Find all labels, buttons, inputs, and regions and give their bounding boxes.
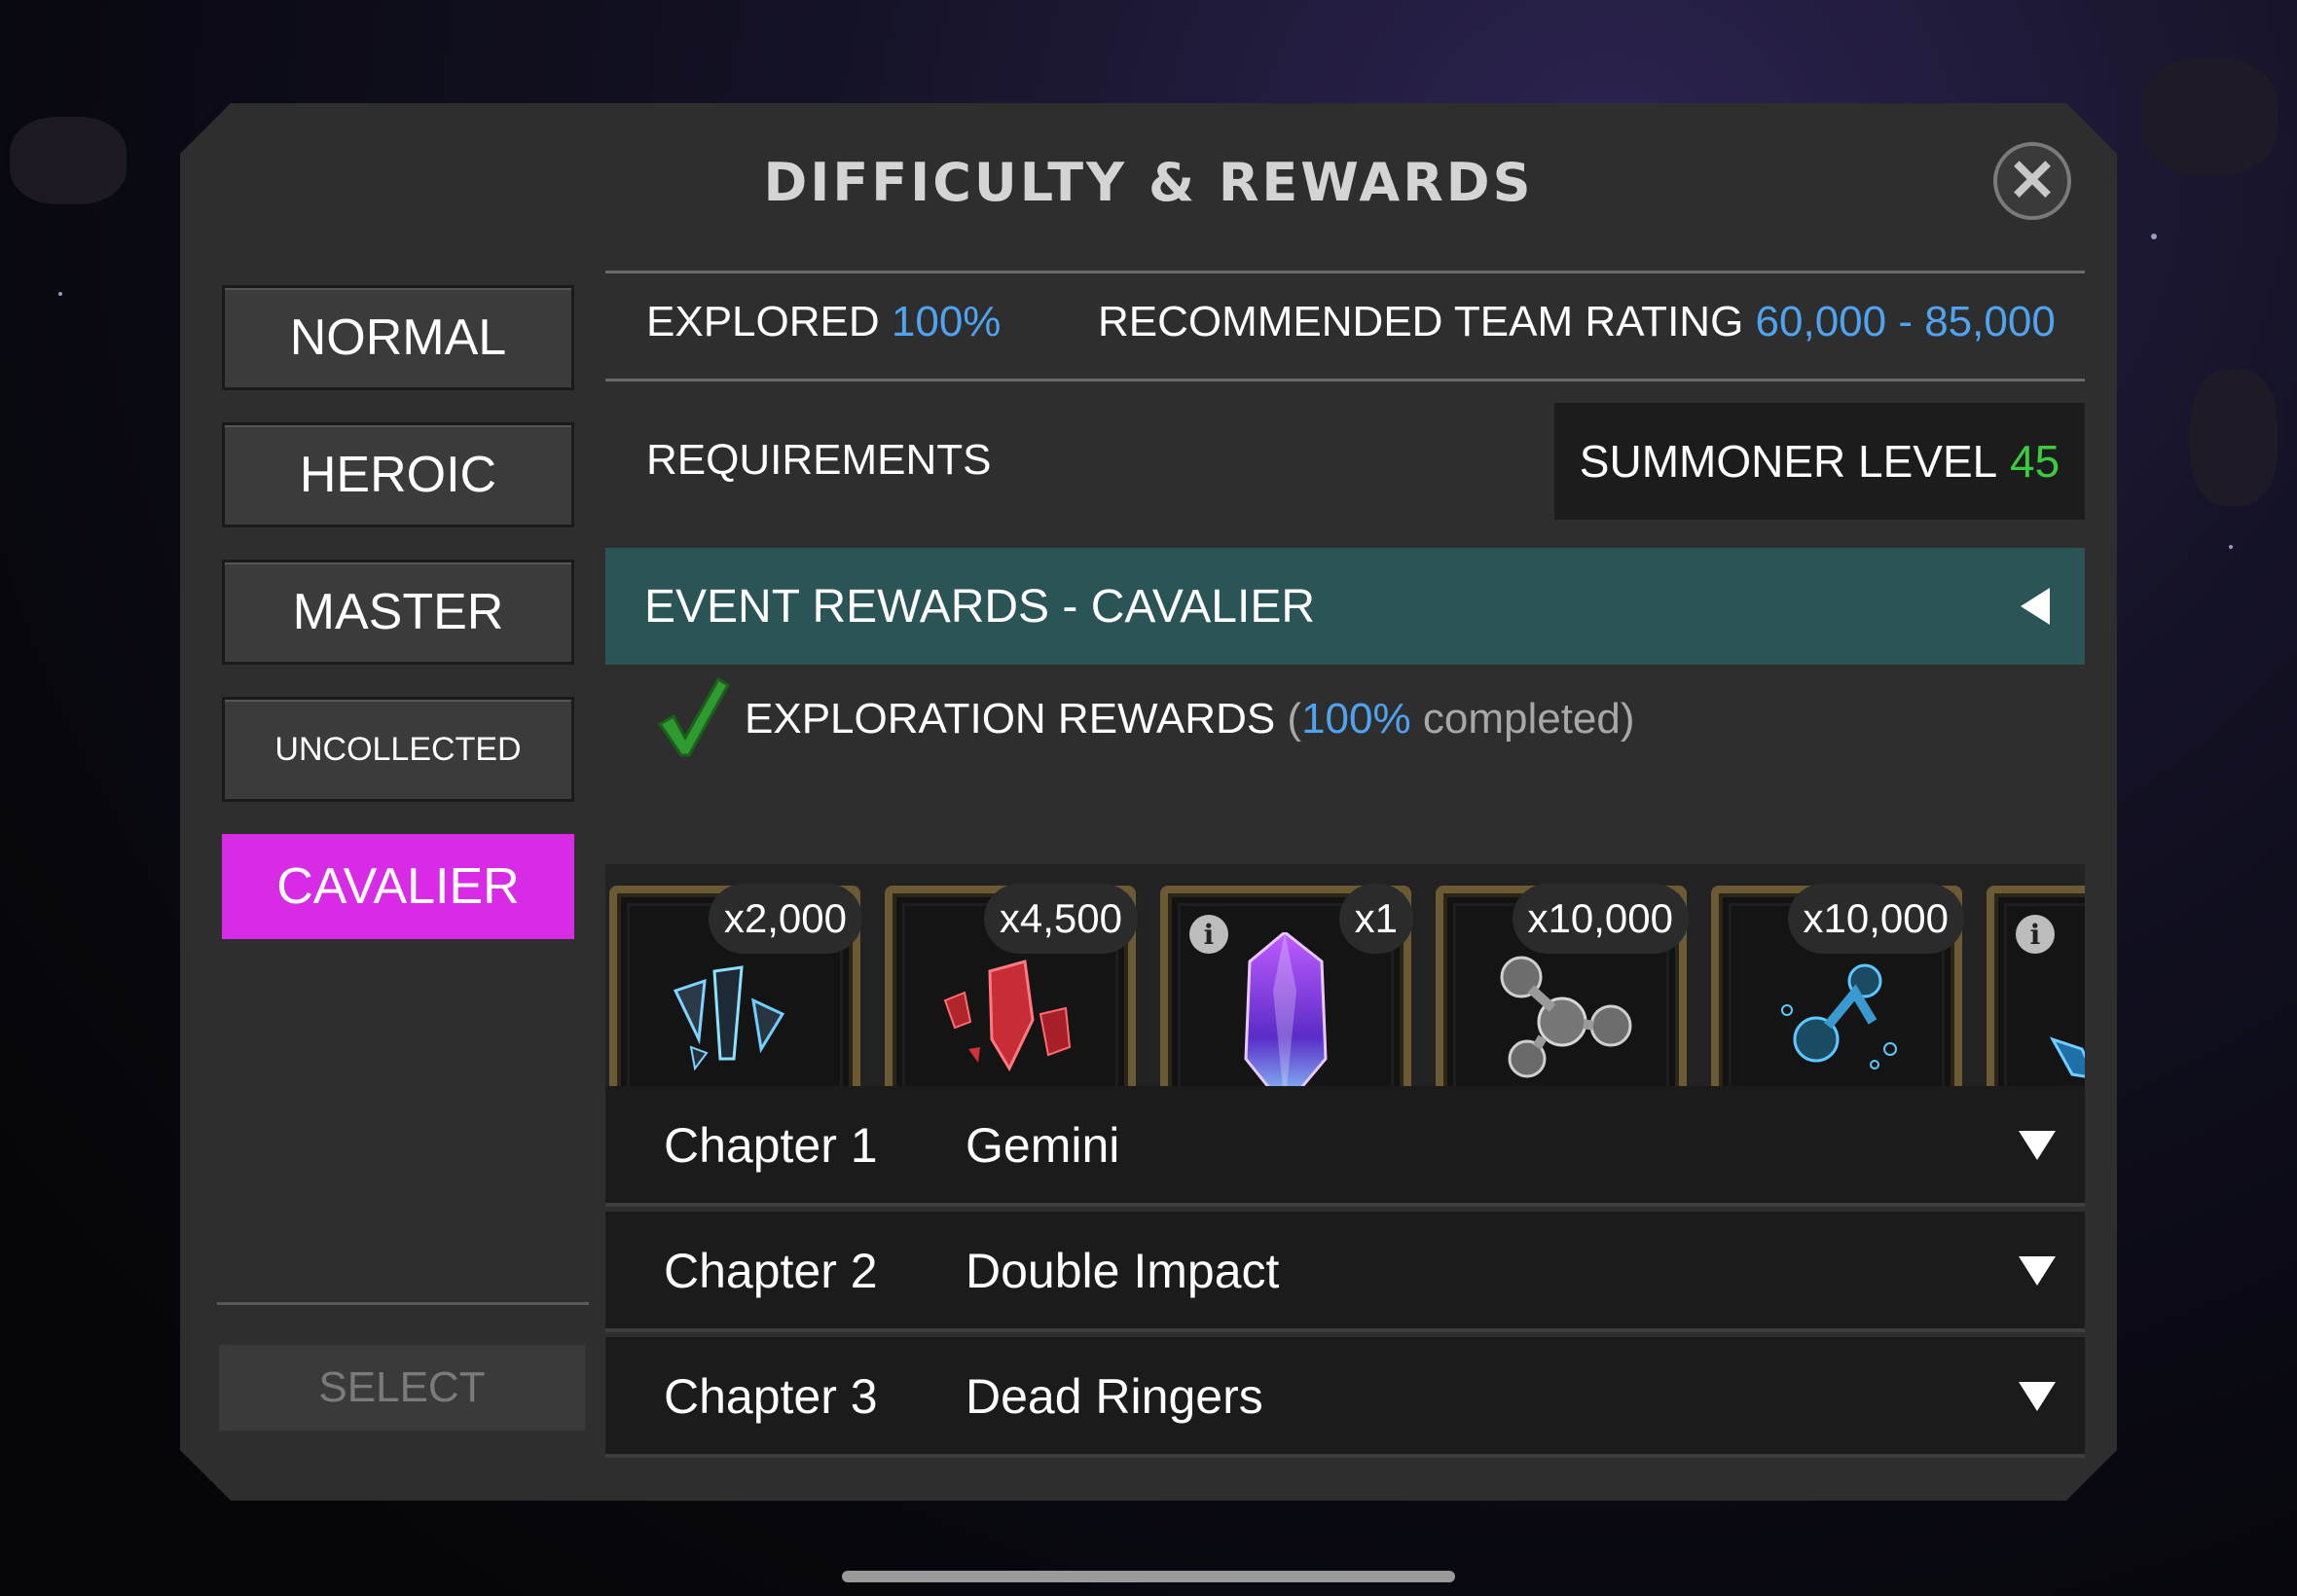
difficulty-rewards-dialog: DIFFICULTY & REWARDS ✕ NORMAL HEROIC MAS…	[180, 103, 2117, 1501]
background-rock	[2190, 370, 2278, 506]
red-crystal-shards-icon	[931, 932, 1087, 1088]
chapter-name: Dead Ringers	[966, 1369, 1263, 1424]
tab-label: UNCOLLECTED	[274, 730, 522, 768]
explored-stat: EXPLORED 100%	[646, 298, 1001, 346]
reward-quantity: x4,500	[984, 884, 1138, 954]
blue-catalyst-icon	[1758, 932, 1923, 1098]
reward-quantity: x10,000	[1788, 884, 1964, 954]
tab-label: NORMAL	[289, 309, 507, 366]
chapter-row[interactable]: Chapter 2 Double Impact	[605, 1212, 2085, 1328]
blue-shard-icon	[2033, 932, 2085, 1088]
team-rating-stat: RECOMMENDED TEAM RATING 60,000 - 85,000	[1098, 298, 2056, 346]
background-star	[2151, 234, 2157, 239]
divider-top	[605, 271, 2085, 273]
event-rewards-header[interactable]: EVENT REWARDS - CAVALIER	[605, 548, 2085, 665]
info-icon[interactable]: i	[2016, 915, 2055, 954]
tab-normal[interactable]: NORMAL	[222, 285, 574, 390]
chapter-row[interactable]: Chapter 1 Gemini	[605, 1086, 2085, 1203]
expand-arrow-icon	[2019, 1256, 2056, 1286]
home-indicator[interactable]	[842, 1571, 1455, 1582]
exploration-rewards-row: EXPLORATION REWARDS (100% completed)	[654, 673, 2017, 761]
chapter-name: Double Impact	[966, 1244, 1280, 1298]
info-icon[interactable]: i	[1189, 915, 1228, 954]
tab-master[interactable]: MASTER	[222, 560, 574, 665]
select-button[interactable]: SELECT	[219, 1345, 585, 1431]
summoner-label: SUMMONER LEVEL	[1579, 436, 1998, 487]
requirements-label: REQUIREMENTS	[646, 436, 992, 484]
tab-label: HEROIC	[299, 447, 497, 503]
rating-value: 60,000 - 85,000	[1755, 298, 2056, 345]
exploration-rewards-text: EXPLORATION REWARDS (100% completed)	[745, 695, 1635, 744]
chapter-number: Chapter 3	[664, 1369, 878, 1424]
background-star	[2229, 545, 2233, 549]
expand-arrow-icon	[2019, 1131, 2056, 1160]
paren-open: (	[1287, 695, 1302, 743]
background-rock	[2141, 58, 2278, 175]
tab-label: MASTER	[292, 584, 504, 640]
event-rewards-label: EVENT REWARDS - CAVALIER	[644, 580, 1316, 633]
divider-mid	[605, 379, 2085, 381]
grey-catalyst-icon	[1482, 932, 1648, 1098]
select-label: SELECT	[318, 1363, 486, 1411]
reward-quantity: x10,000	[1513, 884, 1689, 954]
shards-icon	[656, 932, 812, 1088]
chapter-row[interactable]: Chapter 3 Dead Ringers	[605, 1337, 2085, 1454]
background-rock	[10, 117, 127, 204]
chapter-number: Chapter 1	[664, 1118, 878, 1173]
rating-label: RECOMMENDED TEAM RATING	[1098, 298, 1744, 345]
explored-label: EXPLORED	[646, 298, 880, 345]
expand-arrow-icon	[2019, 1382, 2056, 1411]
reward-quantity: x1	[1339, 884, 1413, 954]
tab-uncollected[interactable]: UNCOLLECTED	[222, 697, 574, 802]
completion-text: completed)	[1422, 695, 1635, 743]
collapse-arrow-icon	[2021, 588, 2050, 625]
summoner-level-box: SUMMONER LEVEL 45	[1554, 403, 2085, 520]
tab-heroic[interactable]: HEROIC	[222, 422, 574, 527]
tab-label: CAVALIER	[276, 858, 520, 915]
chapter-number: Chapter 2	[664, 1244, 878, 1298]
chapter-name: Gemini	[966, 1118, 1120, 1173]
close-button[interactable]: ✕	[1993, 142, 2071, 220]
close-icon: ✕	[2007, 148, 2058, 213]
completion-pct: 100%	[1301, 695, 1411, 743]
checkmark-icon	[654, 673, 732, 761]
exploration-label: EXPLORATION REWARDS	[745, 695, 1276, 743]
tab-cavalier[interactable]: CAVALIER	[222, 834, 574, 939]
summoner-value: 45	[2010, 436, 2060, 487]
reward-quantity: x2,000	[709, 884, 862, 954]
sidebar-divider	[217, 1302, 589, 1305]
dialog-title: DIFFICULTY & REWARDS	[763, 152, 1534, 213]
explored-value: 100%	[891, 298, 1002, 345]
background-star	[58, 292, 62, 296]
purple-crystal-icon	[1207, 932, 1363, 1107]
